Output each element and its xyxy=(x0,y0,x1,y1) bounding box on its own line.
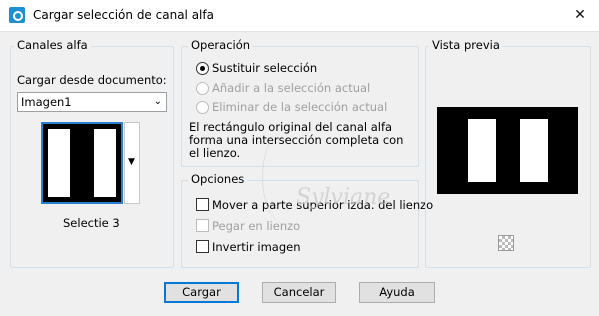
operation-description-line1: El rectángulo original del canal alfa xyxy=(189,120,393,134)
preview-bar-left xyxy=(468,119,496,182)
checkbox-paste-canvas[interactable] xyxy=(196,219,209,232)
transparency-preview-icon[interactable] xyxy=(498,235,514,251)
triangle-down-icon: ▼ xyxy=(128,157,135,167)
selection-name: Selectie 3 xyxy=(63,216,120,230)
thumbnail-dropdown-button[interactable]: ▼ xyxy=(124,122,140,204)
document-select-value: Imagen1 xyxy=(21,95,72,109)
radio-remove-selection[interactable] xyxy=(196,101,209,114)
checkbox-paste-canvas-label[interactable]: Pegar en lienzo xyxy=(212,219,300,233)
thumbnail-bar-left xyxy=(48,129,70,197)
preview-bar-right xyxy=(520,119,548,182)
options-group-title: Opciones xyxy=(188,172,248,186)
radio-replace-selection[interactable] xyxy=(196,62,209,75)
operation-group-title: Operación xyxy=(188,38,254,52)
title-bar: Cargar selección de canal alfa ✕ xyxy=(0,0,599,32)
cancel-button[interactable]: Cancelar xyxy=(262,282,336,303)
radio-remove-selection-label[interactable]: Eliminar de la selección actual xyxy=(212,100,387,114)
document-select[interactable]: Imagen1 ⌄ xyxy=(17,92,167,112)
operation-description-line3: el lienzo. xyxy=(189,146,241,160)
checkbox-invert-image[interactable] xyxy=(196,240,209,253)
checkbox-move-top-left[interactable] xyxy=(196,198,209,211)
channels-group-title: Canales alfa xyxy=(14,38,91,52)
alpha-channel-thumbnail[interactable] xyxy=(41,122,123,204)
radio-add-selection-label[interactable]: Añadir a la selección actual xyxy=(212,81,370,95)
load-button[interactable]: Cargar xyxy=(164,282,239,303)
load-from-document-label: Cargar desde documento: xyxy=(17,73,167,87)
window-title: Cargar selección de canal alfa xyxy=(33,8,214,22)
watermark-text: Sylviane xyxy=(296,185,391,210)
help-button[interactable]: Ayuda xyxy=(359,282,435,303)
checkbox-invert-image-label[interactable]: Invertir imagen xyxy=(212,240,301,254)
close-button[interactable]: ✕ xyxy=(569,4,591,26)
thumbnail-bar-right xyxy=(94,129,116,197)
app-icon xyxy=(9,7,25,23)
preview-group-title: Vista previa xyxy=(429,38,503,52)
chevron-down-icon: ⌄ xyxy=(153,96,162,107)
preview-image xyxy=(437,107,578,194)
radio-add-selection[interactable] xyxy=(196,82,209,95)
radio-replace-selection-label[interactable]: Sustituir selección xyxy=(212,61,317,75)
